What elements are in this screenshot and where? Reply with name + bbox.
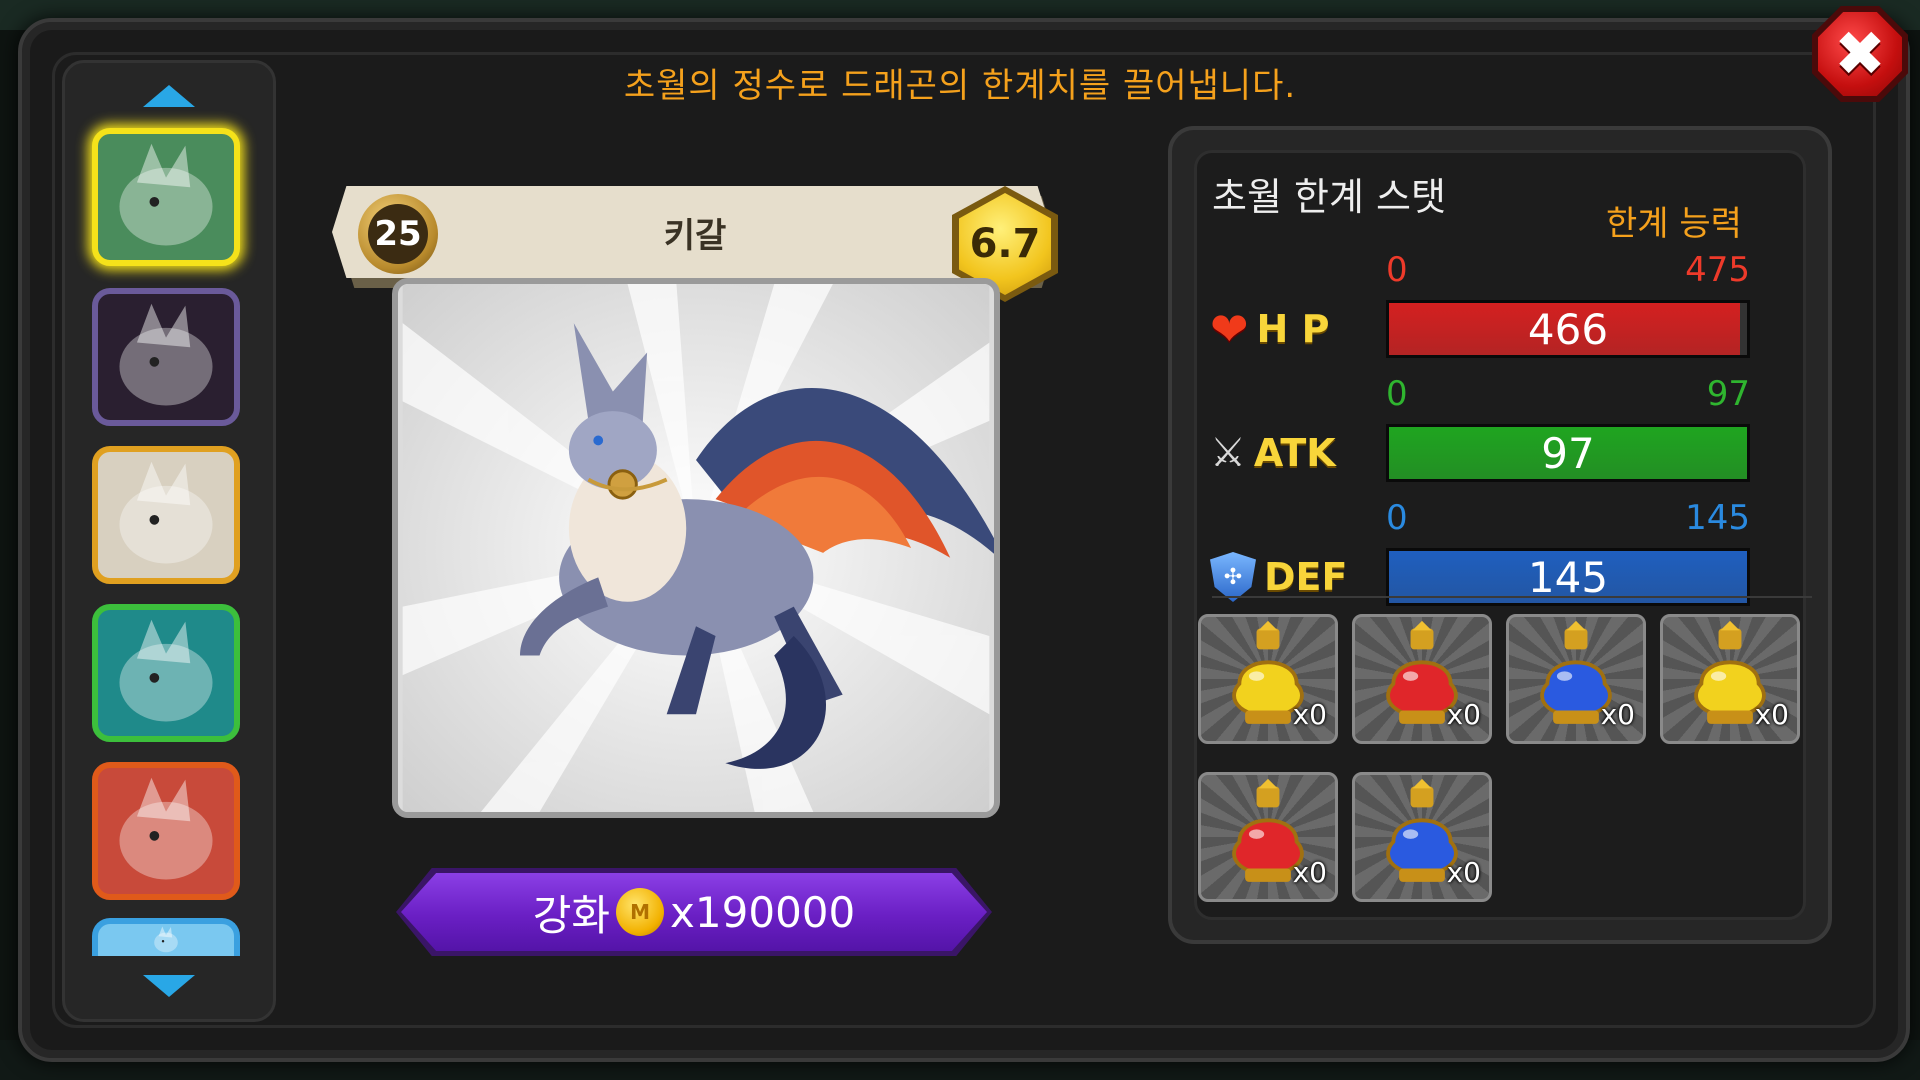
potion-count: x0 — [1446, 698, 1481, 731]
dragon-portrait — [392, 278, 1000, 818]
dragon-name: 키갈 — [663, 216, 727, 256]
stat-bar: 97 — [1386, 424, 1750, 482]
potion-count: x0 — [1600, 698, 1635, 731]
heart-icon: ❤ — [1210, 302, 1249, 356]
coin-icon: M — [616, 888, 665, 936]
potion-count: x0 — [1292, 856, 1327, 889]
dragon-thumb-red[interactable] — [92, 762, 240, 900]
stat-label-text: ATK — [1253, 431, 1336, 475]
instruction-text: 초월의 정수로 드래곤의 한계치를 끌어냅니다. — [623, 66, 1297, 106]
close-button[interactable]: ✖ — [1812, 6, 1908, 102]
enhance-cost: x190000 — [670, 887, 856, 937]
stat-label: ⚔ ATK — [1210, 424, 1370, 482]
stats-title: 초월 한계 스탯 — [1212, 175, 1446, 219]
level-badge: 25 — [358, 194, 438, 274]
enhance-button[interactable]: 강화 M x190000 — [396, 868, 992, 956]
stat-min-value: 0 — [1386, 498, 1408, 538]
dragon-thumb-cyan[interactable] — [92, 604, 240, 742]
shield-icon: ✣ — [1210, 552, 1256, 602]
stat-max-value: 97 — [1706, 374, 1750, 414]
stat-bar: 466 — [1386, 300, 1750, 358]
potion-yellow-small[interactable]: x0 — [1198, 614, 1338, 744]
potion-yellow-large[interactable]: x0 — [1660, 614, 1800, 744]
dragon-thumb-kigal[interactable] — [92, 128, 240, 266]
potion-blue-large[interactable]: x0 — [1352, 772, 1492, 902]
dragon-thumb-ice[interactable] — [92, 918, 240, 956]
stat-min-value: 0 — [1386, 250, 1408, 290]
swords-icon: ⚔ — [1210, 430, 1246, 476]
dragon-thumb-white-gold[interactable] — [92, 446, 240, 584]
potion-count: x0 — [1754, 698, 1789, 731]
potion-red-small[interactable]: x0 — [1352, 614, 1492, 744]
stat-label: ❤ H P — [1210, 300, 1370, 358]
enhance-label: 강화 — [532, 890, 611, 940]
limit-ability-label: 한계 능력 — [1606, 204, 1742, 244]
stats-divider — [1212, 596, 1812, 598]
stat-current-value: 97 — [1541, 428, 1595, 478]
potion-red-large[interactable]: x0 — [1198, 772, 1338, 902]
scroll-up-arrow-icon[interactable] — [143, 85, 195, 107]
enhance-button-inner: 강화 M x190000 — [401, 873, 987, 951]
stat-label-text: H P — [1256, 307, 1330, 351]
stat-max-value: 475 — [1685, 250, 1750, 290]
dragon-portrait-image — [402, 284, 994, 812]
stat-label-text: DEF — [1264, 555, 1348, 599]
close-icon: ✖ — [1818, 12, 1902, 96]
level-value: 25 — [368, 204, 428, 264]
stat-min-value: 0 — [1386, 374, 1408, 414]
scroll-down-arrow-icon[interactable] — [143, 975, 195, 997]
potion-count: x0 — [1292, 698, 1327, 731]
potion-count: x0 — [1446, 856, 1481, 889]
dragon-thumb-dark[interactable] — [92, 288, 240, 426]
potion-blue-small[interactable]: x0 — [1506, 614, 1646, 744]
stat-current-value: 145 — [1527, 552, 1609, 602]
stat-max-value: 145 — [1685, 498, 1750, 538]
stat-current-value: 466 — [1527, 304, 1609, 354]
